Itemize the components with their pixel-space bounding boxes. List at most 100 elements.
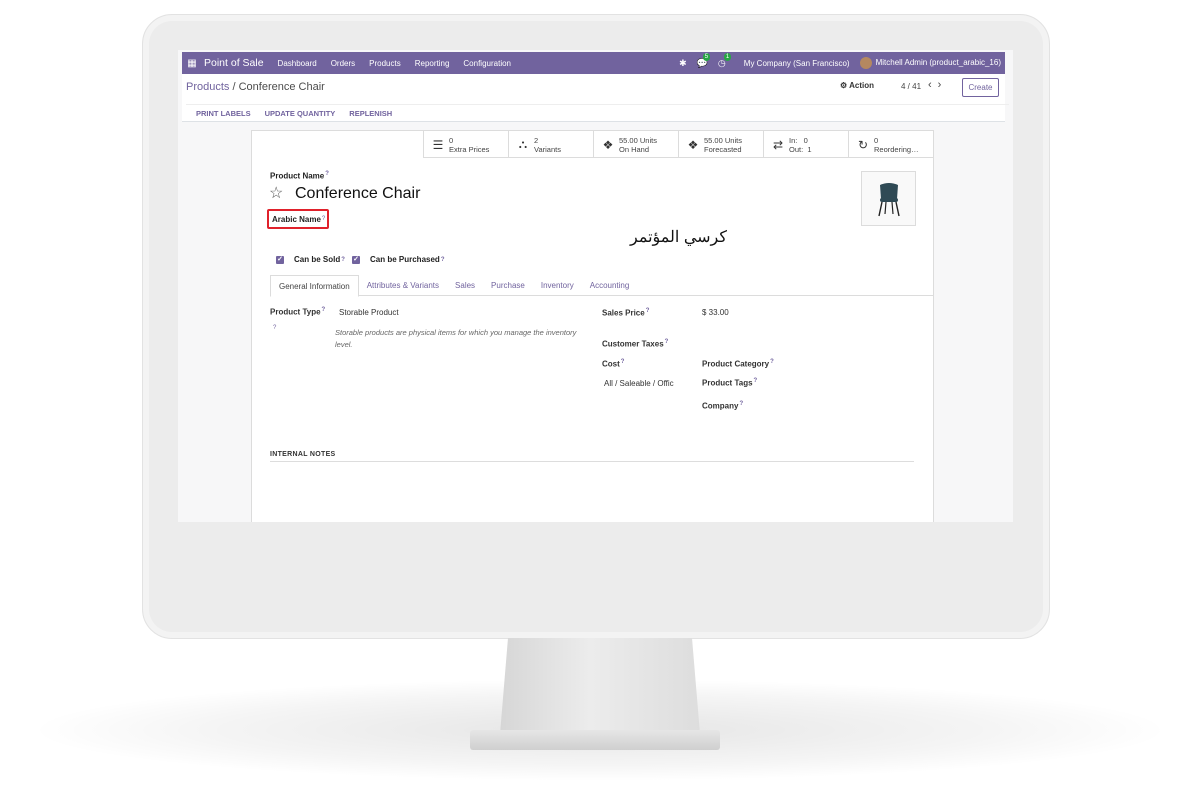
replenish-button[interactable]: REPLENISH xyxy=(349,109,392,118)
help-icon[interactable]: ? xyxy=(665,339,669,345)
top-navbar: ▦ Point of Sale Dashboard Orders Product… xyxy=(182,52,1005,74)
extra-prices-button[interactable]: ☰ 0 Extra Prices xyxy=(423,131,508,158)
menu-products[interactable]: Products xyxy=(369,59,401,68)
arabic-name-field[interactable]: كرسي المؤتمر xyxy=(630,227,727,247)
smart-label: Forecasted xyxy=(704,144,742,154)
help-icon[interactable]: ? xyxy=(322,216,325,222)
menu-dashboard[interactable]: Dashboard xyxy=(278,59,317,68)
label-text: Customer Taxes xyxy=(602,339,664,349)
can-be-purchased-label: Can be Purchased xyxy=(370,255,440,264)
screen: ▦ Point of Sale Dashboard Orders Product… xyxy=(178,50,1013,522)
label-text: Product Category xyxy=(702,359,770,369)
chevron-right-icon[interactable]: › xyxy=(938,79,948,91)
tab-sales[interactable]: Sales xyxy=(447,275,483,295)
checkbox-checked-icon: ✓ xyxy=(352,255,360,264)
cost-label: Cost? xyxy=(602,359,624,369)
arabic-name-label: Arabic Name xyxy=(272,214,321,224)
monitor-stand xyxy=(500,638,700,734)
apps-grid-icon[interactable]: ▦ xyxy=(182,58,202,69)
can-be-sold-checkbox[interactable]: ✓ Can be Sold? xyxy=(276,255,345,264)
chevron-left-icon[interactable]: ‹ xyxy=(928,79,938,91)
smart-value: 55.00 Units xyxy=(619,135,657,145)
pager-value[interactable]: 4 / 41 xyxy=(901,82,921,91)
product-image[interactable] xyxy=(861,171,916,226)
divider xyxy=(270,461,914,462)
forecasted-button[interactable]: ❖ 55.00 Units Forecasted xyxy=(678,131,763,158)
chat-badge: 5 xyxy=(702,52,711,61)
smart-value: 55.00 Units xyxy=(704,135,742,145)
activity-clock-icon[interactable]: ◷ 1 xyxy=(718,52,732,69)
breadcrumb: Products / Conference Chair xyxy=(186,81,325,93)
can-be-purchased-checkbox[interactable]: ✓ Can be Purchased? xyxy=(352,255,444,264)
label-text: Product Name xyxy=(270,171,325,181)
product-type-select[interactable]: Storable Product xyxy=(339,308,399,317)
help-icon[interactable]: ? xyxy=(621,359,625,365)
sitemap-icon: ⛬ xyxy=(518,137,528,151)
activity-badge: 1 xyxy=(723,52,732,61)
help-icon[interactable]: ? xyxy=(441,257,445,263)
variants-button[interactable]: ⛬ 2 Variants xyxy=(508,131,593,158)
product-name-field[interactable]: Conference Chair xyxy=(295,185,420,203)
app-name[interactable]: Point of Sale xyxy=(204,57,264,69)
favorite-star-icon[interactable]: ☆ xyxy=(269,183,283,203)
breadcrumb-current: Conference Chair xyxy=(238,81,325,93)
smart-value: 0 xyxy=(874,135,879,145)
smart-out: Out: 1 xyxy=(789,144,812,154)
smart-buttons: ☰ 0 Extra Prices ⛬ 2 Variants ❖ 55.00 Unit… xyxy=(423,131,933,158)
create-button[interactable]: Create xyxy=(962,78,999,97)
sales-price-label: Sales Price? xyxy=(602,308,649,318)
breadcrumb-products[interactable]: Products xyxy=(186,81,229,93)
print-labels-button[interactable]: PRINT LABELS xyxy=(196,109,251,118)
user-menu[interactable]: Mitchell Admin (product_arabic_16) xyxy=(859,57,1001,69)
help-icon[interactable]: ? xyxy=(272,325,276,335)
product-tags-label: Product Tags? xyxy=(702,378,757,388)
monitor-base xyxy=(470,730,720,750)
tab-attributes-variants[interactable]: Attributes & Variants xyxy=(359,275,447,295)
tab-accounting[interactable]: Accounting xyxy=(582,275,638,295)
label-text: Product Type xyxy=(270,307,321,317)
sales-price-field[interactable]: $ 33.00 xyxy=(702,308,729,317)
help-icon[interactable]: ? xyxy=(754,378,758,384)
help-icon[interactable]: ? xyxy=(770,359,774,365)
navbar-systray: ✱ 💬 5 ◷ 1 My Company (San Francisco) Mitch… xyxy=(679,52,1005,69)
help-icon[interactable]: ? xyxy=(739,401,743,407)
label-text: Company xyxy=(702,401,739,411)
in-out-button[interactable]: ⇄ In: 0 Out: 1 xyxy=(763,131,848,158)
bug-icon[interactable]: ✱ xyxy=(679,58,687,69)
help-icon[interactable]: ? xyxy=(341,257,345,263)
tab-general-information[interactable]: General Information xyxy=(270,275,359,297)
menu-reporting[interactable]: Reporting xyxy=(415,59,450,68)
smart-label: Reordering… xyxy=(874,144,919,154)
smart-label: Extra Prices xyxy=(449,144,490,154)
label-text: Sales Price xyxy=(602,308,645,318)
smart-value: 2 xyxy=(534,135,539,145)
chair-image xyxy=(877,182,900,216)
company-switcher[interactable]: My Company (San Francisco) xyxy=(744,59,850,68)
help-icon[interactable]: ? xyxy=(325,171,329,177)
chat-icon[interactable]: 💬 5 xyxy=(697,52,711,69)
form-sheet: ☰ 0 Extra Prices ⛬ 2 Variants ❖ 55.00 Unit… xyxy=(251,130,934,522)
product-type-hint: Storable products are physical items for… xyxy=(335,328,577,349)
smart-value: 0 xyxy=(449,135,454,145)
help-icon[interactable]: ? xyxy=(646,308,650,314)
action-buttons-bar: PRINT LABELS UPDATE QUANTITY REPLENISH xyxy=(186,104,1009,122)
update-quantity-button[interactable]: UPDATE QUANTITY xyxy=(265,109,336,118)
avatar xyxy=(859,57,872,69)
help-icon[interactable]: ? xyxy=(322,307,326,313)
help-mark: ? xyxy=(273,325,277,331)
reordering-button[interactable]: ↻ 0 Reordering… xyxy=(848,131,933,158)
control-panel: Products / Conference Chair ⚙ Action 4 /… xyxy=(182,74,1009,122)
smart-label: Variants xyxy=(534,144,561,154)
tab-inventory[interactable]: Inventory xyxy=(533,275,582,295)
company-label: Company? xyxy=(702,401,743,411)
menu-configuration[interactable]: Configuration xyxy=(463,59,511,68)
breadcrumb-separator: / xyxy=(232,81,236,93)
on-hand-button[interactable]: ❖ 55.00 Units On Hand xyxy=(593,131,678,158)
action-menu-button[interactable]: ⚙ Action xyxy=(840,81,874,90)
tab-purchase[interactable]: Purchase xyxy=(483,275,533,295)
menu-orders[interactable]: Orders xyxy=(331,59,355,68)
cubes-icon: ❖ xyxy=(687,137,699,152)
list-icon: ☰ xyxy=(432,137,444,152)
category-field[interactable]: All / Saleable / Offic xyxy=(604,379,676,388)
can-be-sold-label: Can be Sold xyxy=(294,255,341,264)
